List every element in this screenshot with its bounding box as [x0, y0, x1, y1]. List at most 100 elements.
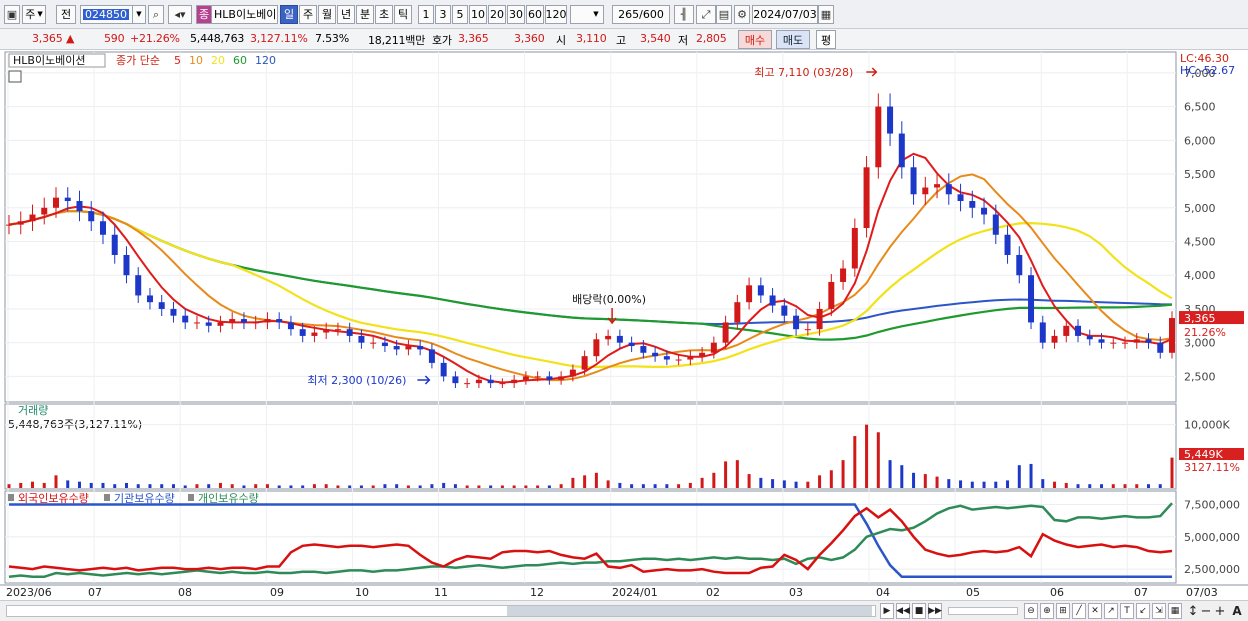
minute-tab-20[interactable]: 20	[488, 5, 506, 24]
eval-label: 평	[820, 33, 832, 47]
stock-chart[interactable]: 2,5003,0003,5004,0004,5005,0005,5006,000…	[0, 50, 1248, 600]
zoom-out-icon[interactable]: ⊖	[1024, 603, 1038, 619]
prev-button[interactable]: 전	[56, 5, 76, 24]
count-field[interactable]: 265/600	[612, 5, 670, 24]
date-field[interactable]: 2024/07/03	[752, 5, 818, 24]
volume-bar	[1029, 463, 1033, 488]
candle-body	[1028, 275, 1035, 323]
speaker-icon[interactable]: ◂▾	[168, 5, 192, 24]
pin-icon[interactable]: ↙	[1136, 603, 1150, 619]
candle-body	[346, 329, 353, 336]
eval-button[interactable]: 평	[816, 30, 836, 49]
forward-icon[interactable]: ▶▶	[928, 603, 942, 619]
volume-bar	[735, 460, 739, 488]
candle-body	[217, 322, 224, 326]
save-icon[interactable]: ▤	[716, 5, 732, 24]
period-tab-2[interactable]: 월	[318, 5, 336, 24]
minute-tab-5[interactable]: 5	[452, 5, 468, 24]
volume-bar	[383, 484, 387, 488]
move-icon[interactable]: ⇲	[1152, 603, 1166, 619]
play-icon[interactable]: ▶	[880, 603, 894, 619]
fit-icon[interactable]: ⊞	[1056, 603, 1070, 619]
volume-bar	[1088, 484, 1092, 488]
x-tick-label: 06	[1050, 586, 1064, 599]
cross-icon[interactable]: ✕	[1088, 603, 1102, 619]
stop-icon[interactable]: ■	[912, 603, 926, 619]
price-tick-label: 2,500	[1184, 370, 1216, 383]
zoom-minus-button[interactable]: −	[1200, 603, 1212, 619]
draw-icon[interactable]: ⤢	[696, 5, 716, 24]
minute-tab-30[interactable]: 30	[507, 5, 525, 24]
minute-tab-3[interactable]: 3	[435, 5, 451, 24]
minute-tab-10[interactable]: 10	[469, 5, 487, 24]
volume-bar	[230, 484, 234, 488]
stock-name-label: HLB이노베이	[214, 8, 277, 21]
line-icon[interactable]: ╱	[1072, 603, 1086, 619]
minute-tab-120[interactable]: 120	[545, 5, 567, 24]
open-label: 시	[556, 34, 566, 47]
volume-bar	[289, 485, 293, 488]
volume-bar	[677, 484, 681, 488]
code-input[interactable]: 024850	[80, 5, 136, 24]
zoom-in-icon[interactable]: ⊕	[1040, 603, 1054, 619]
volume-bar	[865, 424, 869, 488]
cursor-icon[interactable]: ↕	[1186, 603, 1200, 619]
candle-body	[1122, 342, 1129, 344]
sell-button[interactable]: 매도	[776, 30, 810, 49]
candle-body	[1145, 339, 1152, 343]
zoom-plus-label: +	[1214, 603, 1226, 619]
chart-area[interactable]: 2,500 3,000 3,500 4,000 4,500 5,000 5,500 6,000…	[0, 50, 1248, 621]
volume-bar	[312, 484, 316, 488]
minute-tab-60[interactable]: 60	[526, 5, 544, 24]
calendar-icon[interactable]: ▦	[818, 5, 834, 24]
candle-body	[898, 133, 905, 168]
type-select[interactable]: 주 ▼	[22, 5, 46, 24]
volume-bar	[641, 484, 645, 488]
font-size-button[interactable]: A	[1230, 603, 1244, 619]
candle-body	[499, 383, 506, 385]
speed-slider[interactable]	[948, 607, 1018, 615]
candle-body	[440, 362, 447, 377]
period-tab-1[interactable]: 주	[299, 5, 317, 24]
volume-bar	[406, 485, 410, 488]
grid-icon[interactable]: ▦	[1168, 603, 1182, 619]
horizontal-scrollbar[interactable]	[6, 605, 876, 617]
candle-body	[1039, 322, 1046, 343]
price-tick-label: 6,500	[1184, 101, 1216, 114]
period-tab-3[interactable]: 년	[337, 5, 355, 24]
period-tab-6[interactable]: 틱	[394, 5, 412, 24]
volume-bar	[606, 480, 610, 488]
candle-body	[605, 335, 612, 340]
rewind-icon[interactable]: ◀◀	[896, 603, 910, 619]
blank-select[interactable]: ▼	[570, 5, 604, 24]
text-icon[interactable]: T	[1120, 603, 1134, 619]
x-tick-label: 10	[355, 586, 369, 599]
prev-label: 전	[60, 8, 72, 21]
volume-bar	[700, 477, 704, 488]
minute-tab-1[interactable]: 1	[418, 5, 434, 24]
code-dropdown[interactable]: ▼	[132, 5, 146, 24]
volume-bar	[594, 472, 598, 488]
candle-body	[558, 376, 565, 380]
search-icon[interactable]: ⌕	[148, 5, 164, 24]
low-label: 저	[678, 34, 688, 47]
period-label: 분	[359, 8, 371, 21]
legend-item-3: 20	[211, 54, 225, 67]
period-label: 틱	[397, 8, 409, 21]
period-tab-0[interactable]: 일	[280, 5, 298, 24]
period-tab-4[interactable]: 분	[356, 5, 374, 24]
zoom-plus-button[interactable]: +	[1214, 603, 1226, 619]
chart-background	[0, 50, 1248, 600]
arrow-icon[interactable]: ↗	[1104, 603, 1118, 619]
candle-icon[interactable]: ╢	[674, 5, 694, 24]
x-tick-label: 07	[88, 586, 102, 599]
volume-bar	[876, 432, 880, 488]
change-pct: +21.26%	[130, 32, 180, 45]
period-tab-5[interactable]: 초	[375, 5, 393, 24]
window-icon[interactable]: ▣	[4, 5, 20, 24]
scroll-thumb[interactable]	[507, 606, 872, 616]
gear-icon[interactable]: ⚙	[734, 5, 750, 24]
buy-button[interactable]: 매수	[738, 30, 772, 49]
candle-body	[957, 194, 964, 202]
volume-bar	[395, 484, 399, 488]
